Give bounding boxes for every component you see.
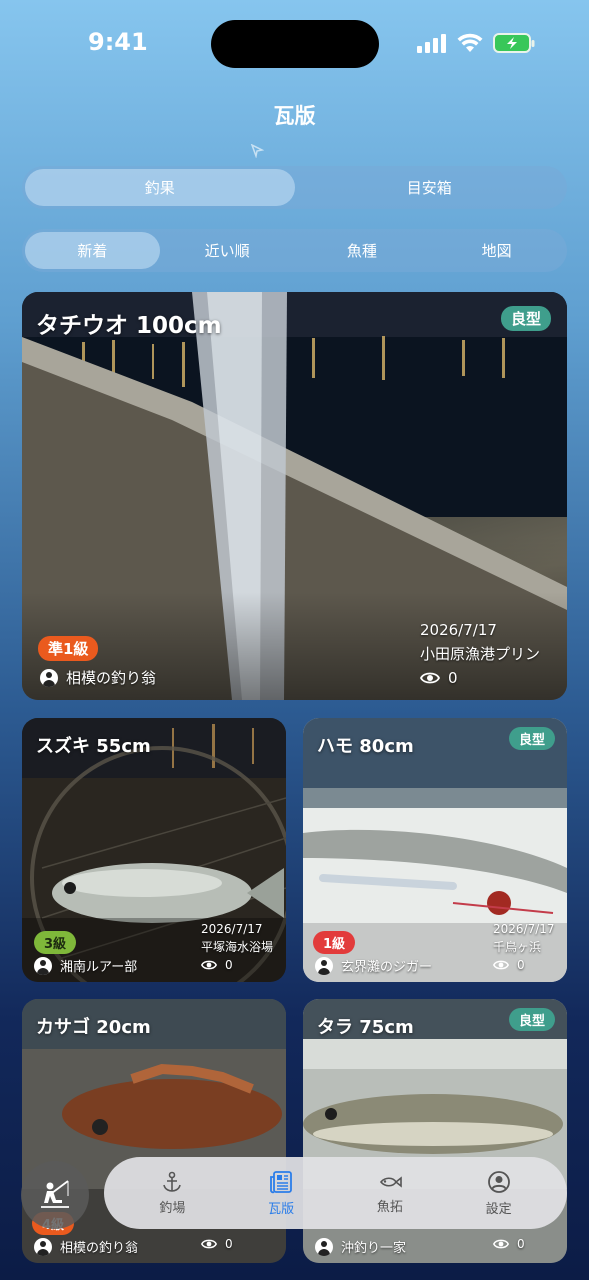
author-name: 相模の釣り翁 [66, 669, 157, 687]
tab-newest[interactable]: 新着 [25, 232, 160, 269]
eye-icon [201, 1239, 217, 1249]
dynamic-island [211, 20, 379, 68]
record-catch-button[interactable] [21, 1161, 89, 1229]
wifi-icon [457, 33, 483, 52]
battery-icon [493, 33, 535, 53]
view-count: 0 [420, 666, 540, 690]
catch-card[interactable]: ハモ 80cm 良型 1級 玄界灘のジガー 2026/7/17 千鳥ヶ浜 0 [303, 718, 567, 982]
catch-title: スズキ 55cm [36, 736, 151, 757]
user-avatar-icon [34, 1237, 52, 1256]
eye-icon [201, 960, 217, 970]
post-date: 2026/7/17 [201, 922, 263, 936]
catch-card-featured[interactable]: タチウオ 100cm 良型 準1級 相模の釣り翁 2026/7/17 小田原漁港… [22, 292, 567, 700]
user-avatar-icon [40, 668, 58, 687]
good-size-badge: 良型 [500, 306, 551, 331]
post-meta: 2026/7/17 平塚海水浴場 0 [201, 920, 273, 974]
main-segmented-control: 釣果 目安箱 [22, 166, 567, 209]
status-bar: 9:41 [0, 0, 589, 90]
post-author[interactable]: 玄界灘のジガー [315, 956, 432, 975]
tab-species[interactable]: 魚種 [295, 232, 430, 269]
user-avatar-icon [34, 956, 52, 975]
grade-badge: 準1級 [38, 636, 99, 661]
user-avatar-icon [315, 1237, 333, 1256]
post-author[interactable]: 相模の釣り翁 [34, 1237, 138, 1256]
post-location: 平塚海水浴場 [201, 940, 274, 954]
catch-title: タラ 75cm [317, 1017, 414, 1038]
post-author[interactable]: 沖釣り一家 [315, 1237, 406, 1256]
sort-segmented-control: 新着 近い順 魚種 地図 [22, 229, 567, 272]
eye-icon [493, 1239, 509, 1249]
anchor-icon [163, 1171, 182, 1192]
post-meta: 0 [493, 1235, 525, 1253]
page-title: 瓦版 [273, 104, 316, 128]
post-meta: 2026/7/17 千鳥ヶ浜 0 [493, 920, 555, 974]
author-name: 相模の釣り翁 [60, 1241, 139, 1256]
tab-fish-print[interactable]: 魚拓 [340, 1163, 440, 1223]
post-date: 2026/7/17 [420, 621, 497, 639]
post-author[interactable]: 相模の釣り翁 [40, 667, 156, 688]
view-count: 0 [493, 1235, 525, 1253]
bottom-tab-bar: 釣場 瓦版 魚拓 設定 [104, 1157, 567, 1229]
status-time: 9:41 [88, 28, 148, 56]
post-date: 2026/7/17 [493, 922, 555, 936]
tab-map[interactable]: 地図 [429, 232, 564, 269]
catch-title: タチウオ 100cm [36, 313, 222, 339]
location-arrow-icon [250, 144, 264, 158]
view-count: 0 [201, 1235, 233, 1253]
author-name: 沖釣り一家 [341, 1241, 407, 1256]
tab-suggestion-box[interactable]: 目安箱 [295, 169, 565, 206]
post-meta: 0 [201, 1235, 233, 1253]
tab-settings[interactable]: 設定 [449, 1163, 549, 1223]
catch-title: カサゴ 20cm [36, 1017, 151, 1038]
post-author[interactable]: 湘南ルアー部 [34, 956, 137, 975]
tab-news[interactable]: 瓦版 [231, 1163, 331, 1223]
catch-card[interactable]: スズキ 55cm 3級 湘南ルアー部 2026/7/17 平塚海水浴場 0 [22, 718, 286, 982]
user-avatar-icon [315, 956, 333, 975]
view-count: 0 [493, 956, 555, 974]
person-circle-icon [487, 1170, 510, 1193]
tab-fishing-spots[interactable]: 釣場 [122, 1163, 222, 1223]
post-location: 小田原漁港プリン [420, 645, 541, 663]
fish-icon [379, 1175, 402, 1188]
post-location: 千鳥ヶ浜 [493, 940, 542, 954]
author-name: 玄界灘のジガー [341, 960, 433, 975]
tab-nearby[interactable]: 近い順 [160, 232, 295, 269]
good-size-badge: 良型 [508, 1008, 555, 1031]
fishing-person-icon [41, 1180, 69, 1208]
signal-icon [417, 34, 446, 53]
status-icons [417, 32, 535, 54]
view-count: 0 [201, 956, 273, 974]
post-meta: 2026/7/17 小田原漁港プリン 0 [420, 618, 540, 690]
newspaper-icon [270, 1170, 293, 1193]
tab-catch[interactable]: 釣果 [25, 169, 295, 206]
eye-icon [493, 960, 509, 970]
grade-badge: 1級 [313, 931, 356, 954]
author-name: 湘南ルアー部 [60, 960, 138, 975]
eye-icon [420, 672, 440, 684]
good-size-badge: 良型 [508, 727, 555, 750]
grade-badge: 3級 [34, 931, 77, 954]
catch-title: ハモ 80cm [317, 736, 414, 757]
